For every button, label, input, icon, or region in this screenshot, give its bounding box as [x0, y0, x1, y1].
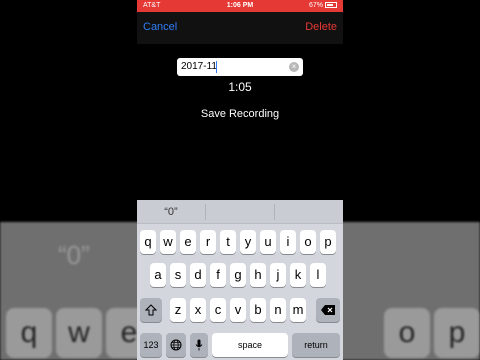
- globe-icon: [170, 339, 182, 351]
- key-b[interactable]: b: [250, 298, 266, 322]
- prediction-bar: “0”: [137, 200, 343, 224]
- key-k[interactable]: k: [290, 263, 306, 287]
- cancel-button[interactable]: Cancel: [143, 21, 177, 33]
- key-m[interactable]: m: [290, 298, 306, 322]
- globe-key[interactable]: [166, 333, 186, 357]
- key-o[interactable]: o: [300, 230, 316, 254]
- key-v[interactable]: v: [230, 298, 246, 322]
- key-p[interactable]: p: [320, 230, 336, 254]
- microphone-icon: [195, 339, 203, 351]
- key-n[interactable]: n: [270, 298, 286, 322]
- screen: “0” q w e o p AT&T 1:06 PM 67% Cancel De…: [0, 0, 480, 360]
- recording-name-value: 2017-11: [181, 61, 217, 72]
- key-a[interactable]: a: [150, 263, 166, 287]
- backdrop-key: q: [6, 308, 52, 358]
- numbers-key[interactable]: 123: [140, 333, 162, 357]
- backspace-icon: [321, 305, 335, 315]
- key-w[interactable]: w: [160, 230, 176, 254]
- backdrop-key: o: [384, 308, 430, 358]
- clear-text-icon[interactable]: ×: [289, 62, 299, 72]
- backdrop-prediction: “0”: [58, 240, 90, 270]
- delete-button[interactable]: Delete: [305, 21, 337, 33]
- prediction-suggestion-empty[interactable]: [275, 200, 343, 224]
- backdrop-key: p: [434, 308, 480, 358]
- backdrop-key: w: [56, 308, 102, 358]
- key-q[interactable]: q: [140, 230, 156, 254]
- key-c[interactable]: c: [210, 298, 226, 322]
- recording-duration: 1:05: [228, 80, 252, 94]
- shift-key[interactable]: [140, 298, 162, 322]
- phone-screen: AT&T 1:06 PM 67% Cancel Delete 2017-11 ×…: [137, 0, 343, 360]
- key-y[interactable]: y: [240, 230, 256, 254]
- key-z[interactable]: z: [170, 298, 186, 322]
- dictation-key[interactable]: [190, 333, 208, 357]
- battery-percent: 67%: [308, 2, 323, 9]
- key-s[interactable]: s: [170, 263, 186, 287]
- text-caret: [216, 61, 217, 73]
- key-u[interactable]: u: [260, 230, 276, 254]
- backspace-key[interactable]: [316, 298, 340, 322]
- save-recording-button[interactable]: Save Recording: [137, 108, 343, 120]
- space-key[interactable]: space: [212, 333, 288, 357]
- key-t[interactable]: t: [220, 230, 236, 254]
- nav-bar: Cancel Delete: [137, 12, 343, 44]
- key-e[interactable]: e: [180, 230, 196, 254]
- key-i[interactable]: i: [280, 230, 296, 254]
- key-d[interactable]: d: [190, 263, 206, 287]
- key-h[interactable]: h: [250, 263, 266, 287]
- key-g[interactable]: g: [230, 263, 246, 287]
- keyboard: “0” q w e r t y u i o p a s d f g h j k …: [137, 200, 343, 360]
- recording-name-input[interactable]: 2017-11 ×: [177, 58, 303, 76]
- status-bar: AT&T 1:06 PM 67%: [137, 0, 343, 12]
- battery-indicator: 67%: [309, 2, 337, 9]
- key-x[interactable]: x: [190, 298, 206, 322]
- key-r[interactable]: r: [200, 230, 216, 254]
- key-l[interactable]: l: [310, 263, 326, 287]
- prediction-suggestion[interactable]: “0”: [137, 200, 205, 224]
- battery-icon: [325, 2, 337, 8]
- key-f[interactable]: f: [210, 263, 226, 287]
- prediction-suggestion-empty[interactable]: [206, 200, 274, 224]
- key-j[interactable]: j: [270, 263, 286, 287]
- shift-icon: [144, 304, 158, 316]
- return-key[interactable]: return: [292, 333, 340, 357]
